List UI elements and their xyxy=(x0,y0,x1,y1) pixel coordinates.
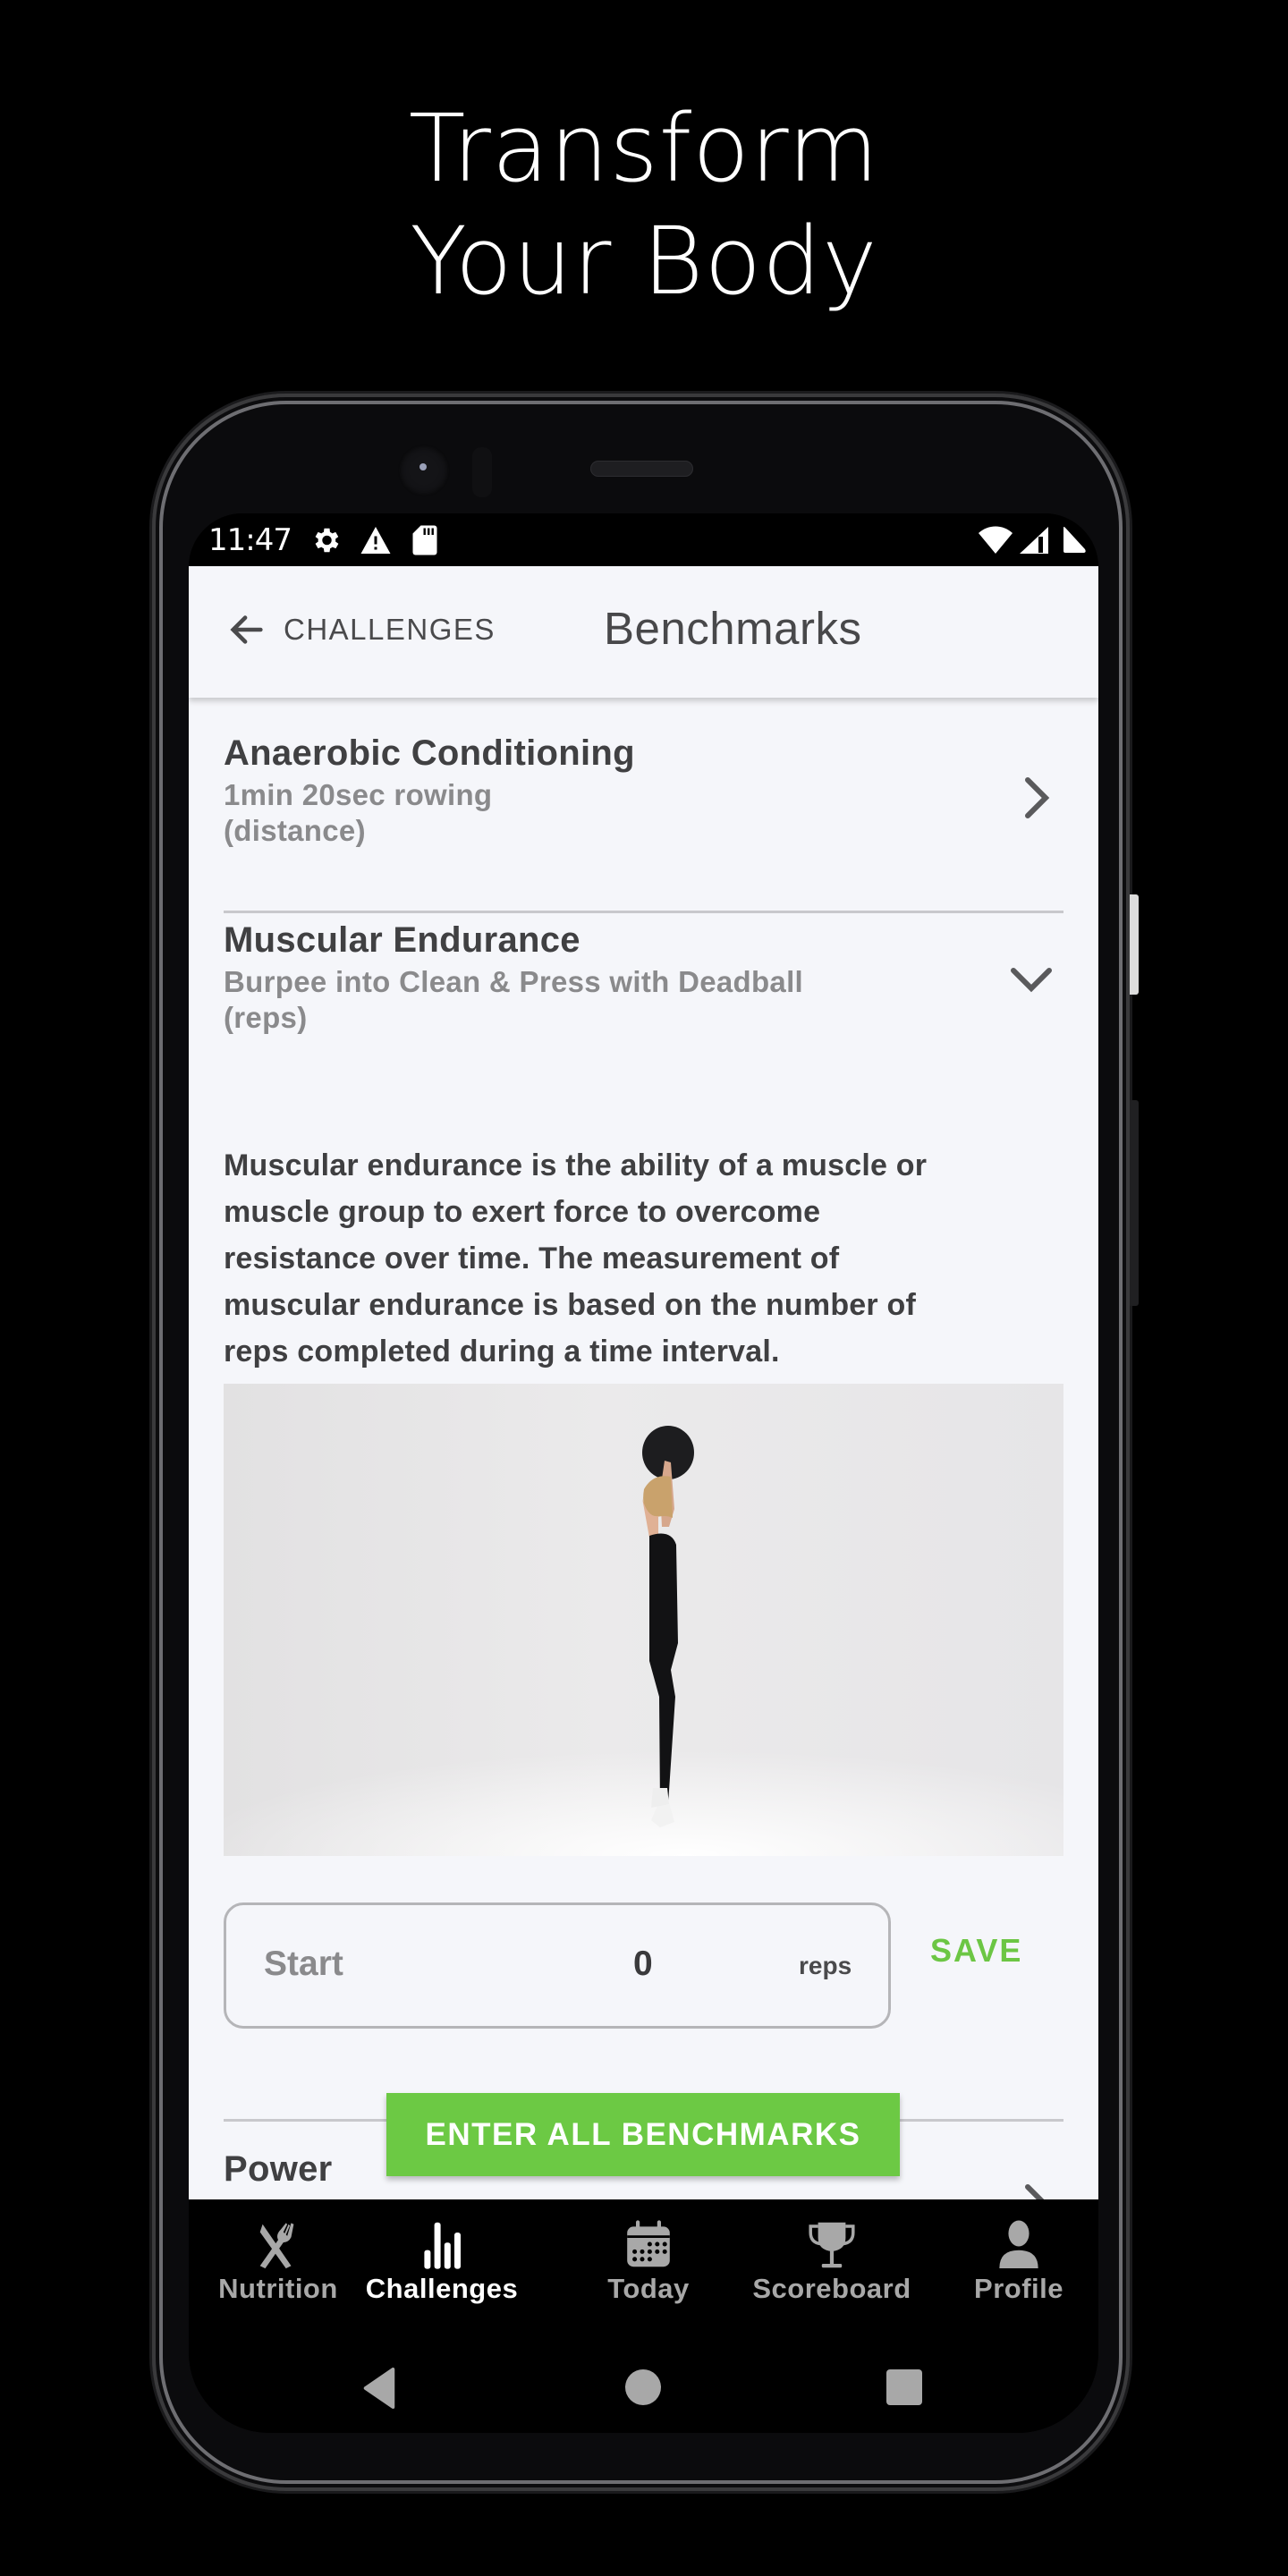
description-line: muscular endurance is based on the numbe… xyxy=(224,1288,916,1322)
chevron-down-icon xyxy=(1011,968,1052,993)
benchmark-subtitle-unit: (distance) xyxy=(224,814,366,847)
benchmark-title: Anaerobic Conditioning xyxy=(224,733,635,773)
benchmark-row-anaerobic[interactable]: Anaerobic Conditioning 1min 20sec rowing… xyxy=(224,733,1063,912)
input-label: Start xyxy=(264,1945,343,1983)
status-bar: 11:47 xyxy=(189,513,1098,566)
system-navigation-bar xyxy=(189,2334,1098,2433)
description-line: reps completed during a time interval. xyxy=(224,1335,780,1368)
page-title: Benchmarks xyxy=(604,603,862,654)
back-button[interactable]: CHALLENGES xyxy=(226,609,496,650)
tab-label: Nutrition xyxy=(218,2273,338,2304)
tab-label: Scoreboard xyxy=(752,2273,911,2304)
exercise-figure xyxy=(224,1426,1063,1856)
system-recents-icon[interactable] xyxy=(886,2369,922,2405)
promo-headline-line1: Transform xyxy=(408,94,880,203)
benchmark-title: Muscular Endurance xyxy=(224,920,580,960)
reps-input[interactable]: Start 0 reps xyxy=(224,1902,891,2029)
description-line: Muscular endurance is the ability of a m… xyxy=(224,1148,928,1182)
back-label: CHALLENGES xyxy=(284,613,496,646)
tab-scoreboard[interactable]: Scoreboard xyxy=(742,2199,921,2334)
save-button[interactable]: SAVE xyxy=(930,1932,1022,1970)
description-line: muscle group to exert force to overcome xyxy=(224,1195,821,1229)
input-value[interactable]: 0 xyxy=(633,1945,653,1984)
signal-icon xyxy=(1020,527,1048,554)
earpiece-speaker xyxy=(590,461,693,477)
input-unit: reps xyxy=(799,1952,852,1979)
benchmarks-screen: CHALLENGES Benchmarks Anaerobic Conditio… xyxy=(189,566,1098,2199)
settings-icon xyxy=(315,528,339,553)
tab-nutrition[interactable]: Nutrition xyxy=(189,2199,368,2334)
wifi-icon xyxy=(979,526,1013,554)
benchmark-description: Muscular endurance is the ability of a m… xyxy=(224,1142,1046,1375)
calendar-icon xyxy=(627,2220,670,2267)
power-button xyxy=(1130,894,1139,995)
promo-headline-line2: Your Body xyxy=(410,207,878,316)
enter-all-benchmarks-button[interactable]: ENTER ALL BENCHMARKS xyxy=(386,2093,900,2176)
system-home-icon[interactable] xyxy=(625,2369,661,2405)
trophy-icon xyxy=(809,2222,855,2268)
app-header: CHALLENGES Benchmarks xyxy=(189,566,1098,698)
description-line: resistance over time. The measurement of xyxy=(224,1241,840,1275)
benchmark-row-muscular-endurance[interactable]: Muscular Endurance Burpee into Clean & P… xyxy=(224,910,1063,1089)
status-time: 11:47 xyxy=(208,522,292,558)
tab-label: Profile xyxy=(974,2273,1063,2304)
utensils-icon xyxy=(259,2223,294,2269)
tab-today[interactable]: Today xyxy=(559,2199,738,2334)
benchmark-subtitle-unit: (reps) xyxy=(224,1001,308,1034)
benchmark-subtitle: 1min 20sec rowing xyxy=(224,778,493,811)
exercise-image xyxy=(224,1384,1063,1856)
alert-icon xyxy=(360,527,391,554)
tab-label: Today xyxy=(607,2273,690,2304)
tab-profile[interactable]: Profile xyxy=(938,2199,1098,2334)
tab-challenges[interactable]: Challenges xyxy=(343,2199,540,2334)
bar-chart-icon xyxy=(424,2222,461,2269)
chevron-right-icon xyxy=(1025,777,1050,818)
system-back-icon[interactable] xyxy=(361,2368,397,2409)
battery-icon xyxy=(1063,527,1086,553)
bottom-tab-bar: Nutrition Challenges Today Scoreboard Pr… xyxy=(189,2199,1098,2334)
sd-card-icon xyxy=(412,525,437,555)
volume-button xyxy=(1130,1100,1139,1306)
chevron-right-icon xyxy=(1025,2184,1045,2199)
benchmark-subtitle: Burpee into Clean & Press with Deadball xyxy=(224,965,804,998)
arrow-left-icon xyxy=(230,615,263,644)
tab-label: Challenges xyxy=(365,2273,519,2304)
front-camera xyxy=(398,445,450,496)
phone-screen: 11:47 CHALLENGES Benchmarks Anaerobic Co… xyxy=(189,513,1098,2433)
proximity-sensor xyxy=(472,447,492,497)
user-icon xyxy=(999,2220,1038,2268)
